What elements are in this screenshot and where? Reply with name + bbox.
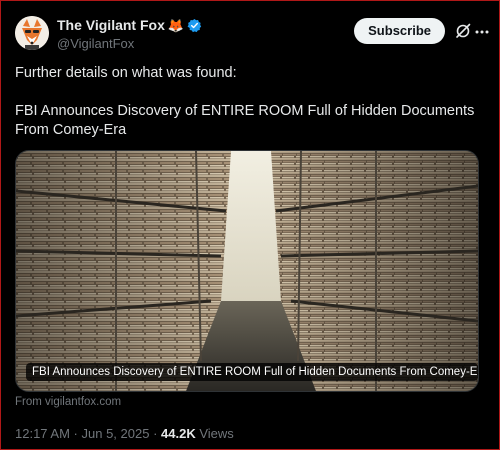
meta-separator: ·	[69, 426, 82, 441]
author-names: The Vigilant Fox 🦊 @VigilantFox	[57, 16, 202, 51]
handle[interactable]: @VigilantFox	[57, 36, 202, 51]
archive-room-image	[16, 151, 478, 391]
post-meta: 12:17 AM · Jun 5, 2025 · 44.2K Views	[15, 426, 234, 441]
post-text: Further details on what was found: FBI A…	[15, 64, 480, 140]
fox-avatar-icon	[15, 16, 49, 50]
card-title: FBI Announces Discovery of ENTIRE ROOM F…	[26, 363, 478, 381]
meta-separator: ·	[149, 426, 162, 441]
subscribe-button[interactable]: Subscribe	[354, 18, 445, 44]
views-count: 44.2K	[161, 426, 196, 441]
fox-emoji: 🦊	[167, 17, 185, 33]
post-line-1: Further details on what was found:	[15, 65, 237, 81]
post-header: The Vigilant Fox 🦊 @VigilantFox Subscrib…	[15, 14, 489, 54]
card-source-link[interactable]: From vigilantfox.com	[15, 396, 121, 408]
grok-slash-icon[interactable]	[455, 23, 471, 39]
verified-badge-icon	[187, 18, 202, 32]
more-dots-icon[interactable]	[475, 30, 489, 34]
post-time[interactable]: 12:17 AM	[15, 426, 70, 441]
views-label: Views	[195, 426, 234, 441]
post-date[interactable]: Jun 5, 2025	[82, 426, 150, 441]
display-name-row[interactable]: The Vigilant Fox 🦊	[57, 16, 202, 34]
link-card[interactable]: FBI Announces Discovery of ENTIRE ROOM F…	[15, 150, 479, 392]
display-name[interactable]: The Vigilant Fox	[57, 17, 165, 33]
post-line-2: FBI Announces Discovery of ENTIRE ROOM F…	[15, 103, 475, 138]
avatar[interactable]	[15, 16, 49, 50]
